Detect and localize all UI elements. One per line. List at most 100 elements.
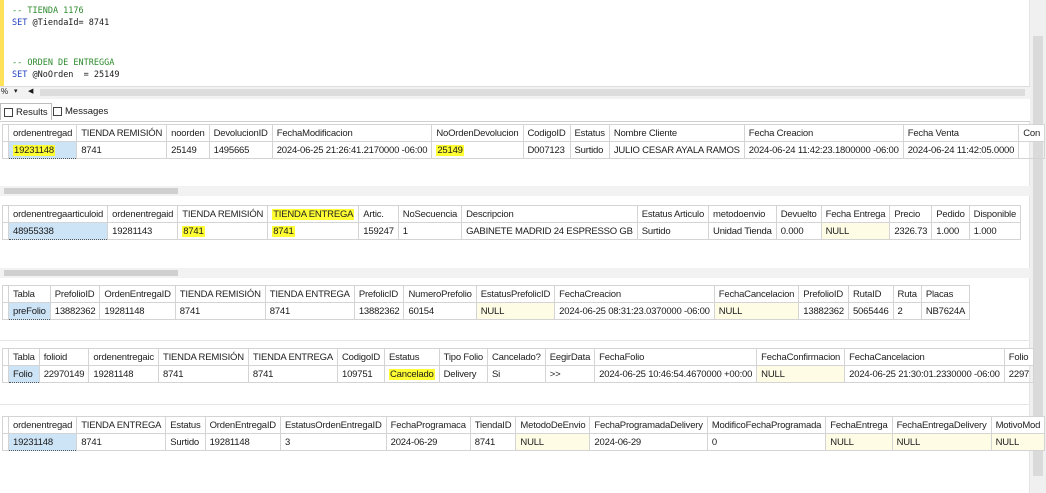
column-header[interactable]: folioid — [38, 348, 90, 366]
column-header[interactable]: OrdenEntregaID — [99, 285, 176, 303]
result-grid-5[interactable]: ordenentregad TIENDA ENTREGA Estatus OrdenE… — [2, 416, 1046, 451]
table-cell[interactable]: 2326.73 — [889, 222, 933, 240]
column-header[interactable]: TIENDA ENTREGA — [247, 348, 339, 366]
column-header[interactable]: EstatusPrefolicID — [475, 285, 556, 303]
column-header[interactable]: Devuelto — [775, 205, 822, 223]
table-cell[interactable]: 8741 — [177, 222, 269, 240]
table-cell[interactable]: 19231148 — [7, 141, 78, 159]
table-cell[interactable]: 1495665 — [208, 141, 273, 159]
column-header[interactable]: FechaProgramaca — [385, 416, 471, 434]
column-header[interactable]: Tabla — [8, 348, 40, 366]
table-cell[interactable]: JULIO CESAR AYALA RAMOS — [608, 141, 745, 159]
table-cell[interactable]: 13882362 — [798, 302, 849, 320]
column-header[interactable]: Placas — [920, 285, 971, 303]
table-cell[interactable]: 8741 — [157, 365, 249, 383]
column-header[interactable]: Pedido — [931, 205, 970, 223]
column-header[interactable]: Descripcion — [461, 205, 638, 223]
table-cell[interactable]: 109751 — [336, 365, 386, 383]
grid-1-scrollbar[interactable] — [0, 186, 1030, 196]
column-header[interactable]: FechaEntrega — [825, 416, 893, 434]
column-header[interactable]: OrdenEntregaID — [204, 416, 281, 434]
table-cell[interactable]: NULL — [891, 433, 992, 451]
table-row[interactable]: 48955338 19281143 8741 8741 159247 1 GABINETE … — [2, 222, 1022, 240]
table-cell[interactable]: 22970149 — [38, 365, 90, 383]
column-header[interactable]: Estatus Articulo — [636, 205, 710, 223]
table-cell[interactable]: NULL — [990, 433, 1046, 451]
table-cell[interactable]: 0.000 — [775, 222, 822, 240]
column-header[interactable]: Fecha Entrega — [820, 205, 891, 223]
table-cell[interactable]: Folio — [8, 365, 40, 383]
table-cell[interactable]: NULL — [475, 302, 556, 320]
column-header[interactable]: Estatus — [569, 124, 610, 142]
column-header[interactable]: Artic. — [358, 205, 399, 223]
column-header[interactable]: NoOrdenDevolucion — [431, 124, 524, 142]
column-header[interactable]: ordenentregaic — [88, 348, 159, 366]
column-header[interactable]: Tipo Folio — [438, 348, 489, 366]
table-cell[interactable]: 0 — [706, 433, 827, 451]
column-header[interactable]: Disponible — [968, 205, 1022, 223]
table-cell[interactable]: preFolio — [8, 302, 51, 320]
column-header[interactable]: DevolucionID — [208, 124, 273, 142]
column-header[interactable]: Ruta — [892, 285, 922, 303]
table-cell[interactable]: 19231148 — [7, 433, 78, 451]
column-header[interactable]: Folio — [1003, 348, 1035, 366]
column-header[interactable]: EstatusOrdenEntregaID — [279, 416, 387, 434]
column-header[interactable]: FechaProgramadaDelivery — [589, 416, 708, 434]
scroll-thumb[interactable] — [1033, 36, 1043, 476]
table-cell[interactable]: Surtido — [636, 222, 710, 240]
table-cell[interactable]: 48955338 — [7, 222, 109, 240]
table-cell[interactable]: NULL — [756, 365, 846, 383]
column-header[interactable]: Con — [1018, 124, 1046, 142]
column-header[interactable]: PrefolicID — [353, 285, 405, 303]
column-header[interactable]: Cancelado? — [487, 348, 546, 366]
column-header[interactable]: FechaCreacion — [554, 285, 715, 303]
column-header[interactable]: FechaCancelacion — [844, 348, 1005, 366]
table-row[interactable]: 19231148 8741 Surtido 19281148 3 2024-06-29 87… — [2, 433, 1046, 451]
column-header[interactable]: FechaConfirmacion — [756, 348, 846, 366]
table-row[interactable]: Folio 22970149 19281148 8741 8741 109751 Cance… — [2, 365, 1035, 383]
table-cell[interactable]: 8741 — [174, 302, 266, 320]
result-grid-3[interactable]: Tabla PrefolioID OrdenEntregaID TIENDA REMI… — [2, 285, 971, 320]
column-header[interactable]: MotivoMod — [990, 416, 1046, 434]
table-cell[interactable]: 3 — [279, 433, 387, 451]
column-header[interactable]: ModificoFechaProgramada — [706, 416, 827, 434]
table-cell[interactable]: 13882362 — [353, 302, 405, 320]
table-cell[interactable]: Delivery — [438, 365, 489, 383]
table-cell[interactable]: 8741 — [264, 302, 355, 320]
table-cell[interactable]: 60154 — [403, 302, 477, 320]
column-header[interactable]: PrefolioID — [798, 285, 849, 303]
column-header[interactable]: TIENDA REMISIÓN — [174, 285, 266, 303]
grid-2-scrollbar[interactable] — [0, 268, 1030, 278]
table-cell[interactable]: 19281143 — [107, 222, 179, 240]
table-cell[interactable]: 2024-06-29 — [589, 433, 708, 451]
column-header[interactable]: NoSecuencia — [397, 205, 463, 223]
column-header[interactable]: Precio — [889, 205, 933, 223]
table-row[interactable]: 19231148 8741 25149 1495665 2024-06-25 21:26… — [2, 141, 1046, 159]
table-cell[interactable]: 1.000 — [931, 222, 970, 240]
table-cell[interactable]: 25149 — [166, 141, 210, 159]
column-header[interactable]: Estatus — [165, 416, 206, 434]
column-header[interactable]: RutaID — [847, 285, 894, 303]
column-header[interactable]: Nombre Cliente — [608, 124, 745, 142]
table-cell[interactable]: NB7624A — [920, 302, 971, 320]
column-header[interactable]: TIENDA ENTREGA — [267, 205, 360, 223]
table-cell[interactable]: Surtido — [569, 141, 610, 159]
column-header[interactable]: ordenentregaid — [107, 205, 179, 223]
column-header[interactable]: metodoenvio — [708, 205, 777, 223]
table-cell[interactable]: Si — [487, 365, 546, 383]
zoom-level[interactable]: % — [1, 87, 8, 96]
table-cell[interactable]: 2024-06-25 08:31:23.0370000 -06:00 — [554, 302, 715, 320]
table-cell[interactable]: 2024-06-25 21:26:41.2170000 -06:00 — [271, 141, 433, 159]
tab-results[interactable]: Results — [0, 103, 52, 120]
column-header[interactable]: EegirData — [544, 348, 596, 366]
column-header[interactable]: CodigoID — [336, 348, 386, 366]
column-header[interactable]: TIENDA REMISIÓN — [76, 124, 168, 142]
query-editor[interactable]: -- TIENDA 1176 SET @TiendaId= 8741 -- ORDE… — [0, 0, 1030, 86]
table-cell[interactable]: 5065446 — [847, 302, 894, 320]
table-cell[interactable]: 8741 — [469, 433, 517, 451]
scroll-thumb[interactable] — [4, 270, 178, 276]
table-cell[interactable]: 8741 — [76, 141, 168, 159]
column-header[interactable]: FechaFolio — [594, 348, 758, 366]
table-cell[interactable]: D007123 — [522, 141, 571, 159]
table-cell[interactable]: 13882362 — [49, 302, 101, 320]
